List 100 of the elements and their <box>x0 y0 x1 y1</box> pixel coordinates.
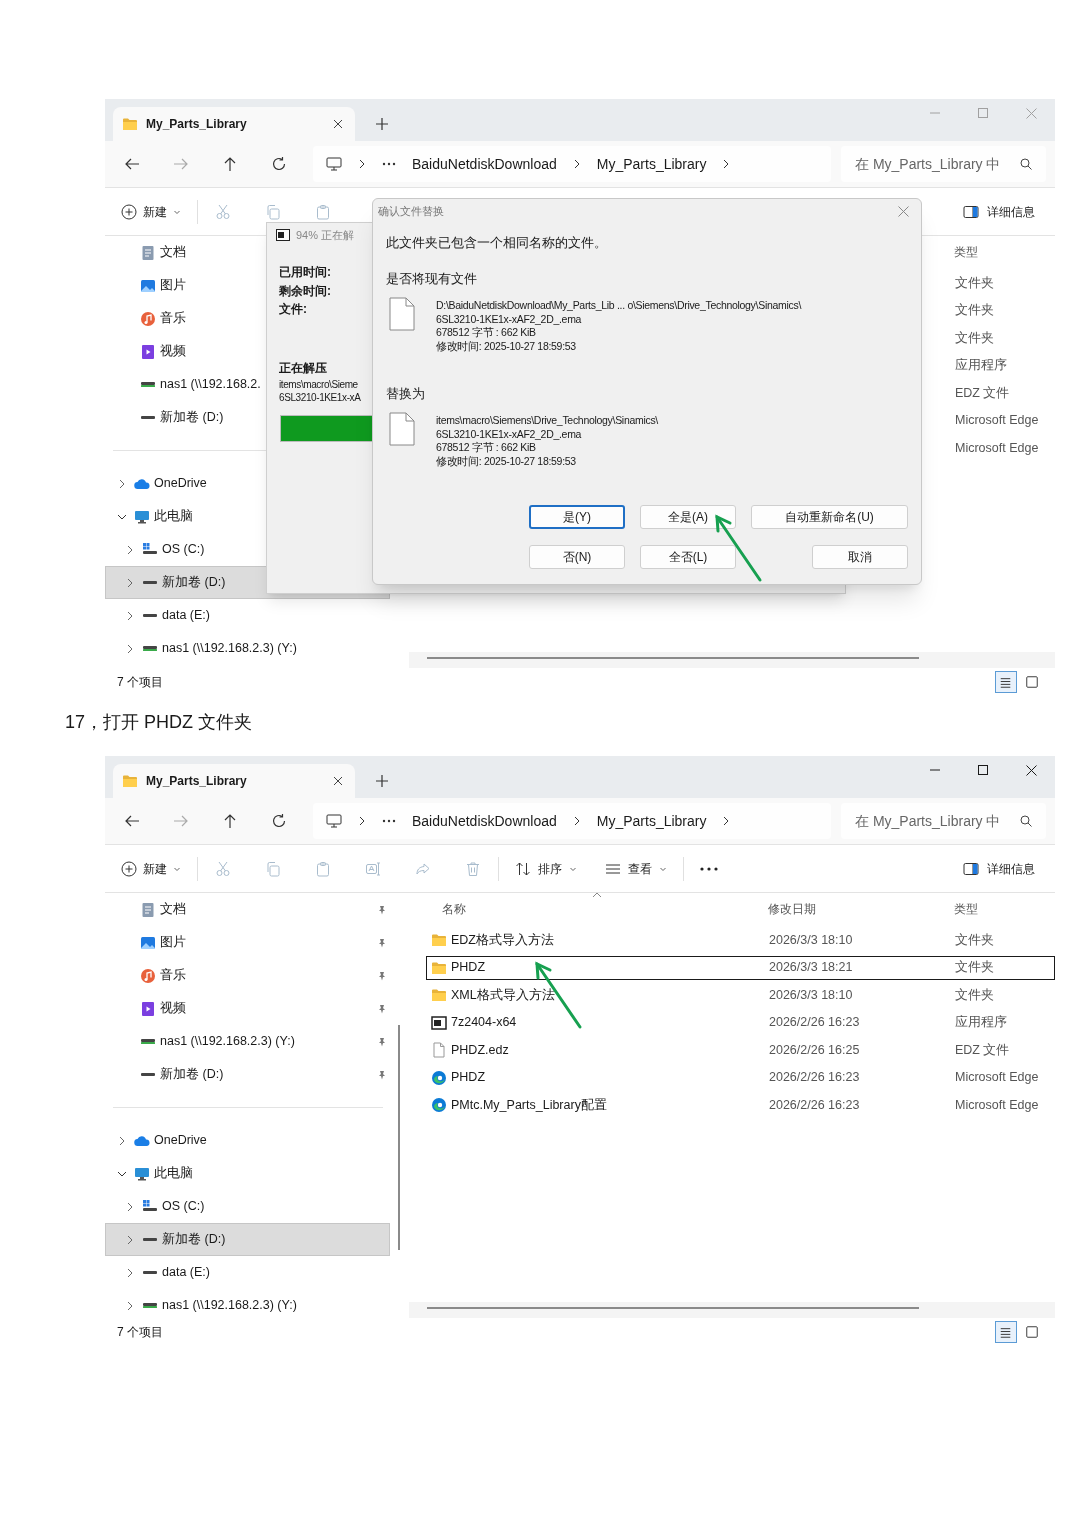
back-icon[interactable] <box>123 813 140 829</box>
tab[interactable]: My_Parts_Library <box>113 764 355 798</box>
pin-icon[interactable] <box>377 1069 387 1080</box>
column-header[interactable]: 类型 <box>954 893 1055 925</box>
dialog-button[interactable]: 自动重新命名(U) <box>751 505 908 529</box>
breadcrumb[interactable]: BaiduNetdiskDownload <box>412 810 557 832</box>
details-view-icon[interactable] <box>995 670 1017 693</box>
more-icon[interactable] <box>382 819 396 823</box>
sidebar-item[interactable]: nas1 (\\192.168.2.3) (Y:) <box>105 1025 390 1058</box>
details-view-icon[interactable] <box>995 1320 1017 1343</box>
sidebar-item[interactable]: 新加卷 (D:) <box>105 1058 390 1091</box>
dialog-button[interactable]: 取消 <box>812 545 908 569</box>
back-icon[interactable] <box>123 156 140 172</box>
pin-icon[interactable] <box>377 1003 387 1014</box>
dialog-button[interactable]: 全是(A) <box>640 505 736 529</box>
field-label: 文件: <box>279 301 307 318</box>
file-row[interactable]: PMtc.My_Parts_Library配置 2026/2/26 16:23 Microsoft Edge <box>426 1093 1055 1118</box>
type-cell: EDZ 文件 <box>955 1042 1010 1057</box>
folder-icon <box>431 987 447 1004</box>
pin-icon[interactable] <box>377 937 387 948</box>
plus-icon[interactable] <box>376 118 388 130</box>
chevron-icon[interactable] <box>358 159 366 169</box>
pin-icon[interactable] <box>377 904 387 915</box>
column-header[interactable]: 修改日期 <box>768 893 954 925</box>
close-icon[interactable] <box>333 776 343 786</box>
address-bar[interactable]: BaiduNetdiskDownload My_Parts_Library <box>313 146 831 182</box>
sidebar-item[interactable]: nas1 (\\192.168.2.3) (Y:) <box>105 632 390 665</box>
sidebar-item[interactable]: 此电脑 <box>105 1157 390 1190</box>
file-name: XML格式导入方法 <box>451 986 555 1004</box>
pin-icon[interactable] <box>377 1036 387 1047</box>
refresh-icon[interactable] <box>270 156 287 172</box>
search-icon[interactable] <box>1020 158 1032 170</box>
close-icon[interactable] <box>1025 764 1037 776</box>
window-title: 94% 正在解 <box>296 227 355 243</box>
network-drive-icon <box>140 1039 156 1044</box>
column-header[interactable]: 名称 <box>426 893 768 925</box>
chevron-icon[interactable] <box>722 159 731 169</box>
date-cell: 2026/3/3 18:21 <box>769 960 853 975</box>
file-row[interactable]: PHDZ 2026/2/26 16:23 Microsoft Edge <box>426 1065 1055 1090</box>
tab[interactable]: My_Parts_Library <box>113 107 355 141</box>
more-icon[interactable] <box>700 866 718 871</box>
search-field[interactable]: 在 My_Parts_Library 中 <box>841 146 1046 182</box>
more-icon[interactable] <box>382 162 396 166</box>
sidebar-item[interactable]: 音乐 <box>105 959 390 992</box>
status-label: 正在解压 <box>279 359 327 377</box>
search-icon[interactable] <box>1020 815 1032 827</box>
chevron-icon[interactable] <box>572 159 581 169</box>
monitor-icon <box>134 1165 150 1182</box>
file-row[interactable]: 7z2404-x64 2026/2/26 16:23 应用程序 <box>426 1010 1055 1035</box>
file-row[interactable]: EDZ格式导入方法 2026/3/3 18:10 文件夹 <box>426 928 1055 953</box>
dialog-button[interactable]: 全否(L) <box>640 545 736 569</box>
dialog-button[interactable]: 是(Y) <box>529 505 625 529</box>
scrollbar[interactable] <box>398 1025 400 1250</box>
file-row[interactable]: XML格式导入方法 2026/3/3 18:10 文件夹 <box>426 983 1055 1008</box>
breadcrumb[interactable]: BaiduNetdiskDownload <box>412 153 557 175</box>
address-bar[interactable]: BaiduNetdiskDownload My_Parts_Library <box>313 803 831 839</box>
breadcrumb[interactable]: My_Parts_Library <box>596 810 707 832</box>
network-drive-icon <box>140 382 156 387</box>
sidebar-item[interactable]: 视频 <box>105 992 390 1025</box>
column-header[interactable]: 类型 <box>954 236 1055 268</box>
chevron-icon[interactable] <box>572 816 581 826</box>
sidebar-item[interactable]: 图片 <box>105 926 390 959</box>
close-icon[interactable] <box>333 119 343 129</box>
sort-button[interactable]: 排序 <box>515 852 577 885</box>
monitor-icon[interactable] <box>326 813 342 829</box>
breadcrumb[interactable]: My_Parts_Library <box>596 153 707 175</box>
sidebar-item[interactable]: OS (C:) <box>105 1190 390 1223</box>
details-button[interactable]: 详细信息 <box>963 195 1035 228</box>
section-label: 是否将现有文件 <box>386 271 478 288</box>
sidebar-item[interactable]: nas1 (\\192.168.2.3) (Y:) <box>105 1289 390 1322</box>
file-row[interactable]: PHDZ.edz 2026/2/26 16:25 EDZ 文件 <box>426 1038 1055 1063</box>
scrollbar[interactable] <box>427 657 919 659</box>
monitor-icon[interactable] <box>326 156 342 172</box>
type-cell: 应用程序 <box>955 358 1007 373</box>
file-info: 6SL3210-1KE1x-xAF2_2D_.ema <box>436 427 583 441</box>
chevron-icon[interactable] <box>722 816 731 826</box>
file-name: 7z2404-x64 <box>451 1014 517 1032</box>
refresh-icon[interactable] <box>270 813 287 829</box>
sidebar-item[interactable]: data (E:) <box>105 1256 390 1289</box>
details-button[interactable]: 详细信息 <box>963 852 1035 885</box>
sidebar-item[interactable]: data (E:) <box>105 599 390 632</box>
scrollbar[interactable] <box>427 1307 919 1309</box>
pin-icon[interactable] <box>377 970 387 981</box>
dialog-button[interactable]: 否(N) <box>529 545 625 569</box>
sidebar-item[interactable]: OneDrive <box>105 1124 390 1157</box>
chevron-icon[interactable] <box>358 816 366 826</box>
sidebar-item[interactable]: 文档 <box>105 893 390 926</box>
search-field[interactable]: 在 My_Parts_Library 中 <box>841 803 1046 839</box>
file-row[interactable]: PHDZ 2026/3/3 18:21 文件夹 <box>426 955 1055 980</box>
sidebar-item[interactable]: 新加卷 (D:) <box>105 1223 390 1256</box>
drive-icon <box>140 416 156 419</box>
view-button[interactable]: 查看 <box>605 852 667 885</box>
file-info: items\macro\Siemens\Drive_Technology\Sinamics\ <box>436 414 658 428</box>
new-button[interactable]: 新建 <box>121 195 181 228</box>
document-icon <box>140 901 156 918</box>
new-button[interactable]: 新建 <box>121 852 181 885</box>
drive-icon <box>142 1238 158 1241</box>
plus-icon[interactable] <box>376 775 388 787</box>
maximize-icon[interactable] <box>978 765 988 775</box>
browser-icon <box>431 1069 447 1086</box>
